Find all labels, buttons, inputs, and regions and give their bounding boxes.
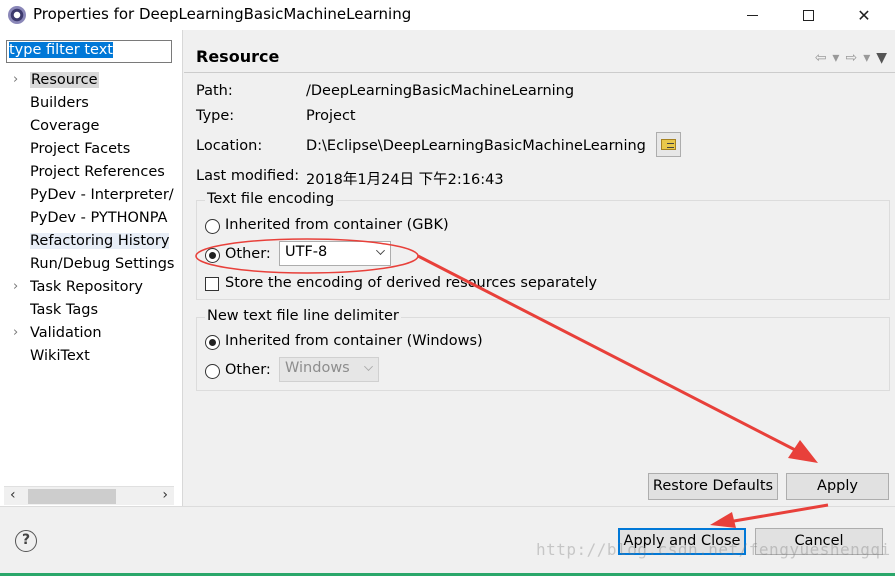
- close-icon: ✕: [857, 5, 871, 25]
- title-bar: Properties for DeepLearningBasicMachineL…: [0, 0, 895, 30]
- path-value: /DeepLearningBasicMachineLearning: [306, 83, 575, 99]
- encoding-inherited-label[interactable]: Inherited from container (GBK): [225, 217, 449, 233]
- chevron-right-icon[interactable]: ›: [13, 279, 18, 294]
- folder-icon: [661, 139, 676, 150]
- sidebar-item-pydev-interpreter[interactable]: PyDev - Interpreter/: [30, 185, 178, 207]
- sidebar-item-refactoring-history[interactable]: Refactoring History: [30, 231, 178, 253]
- type-value: Project: [306, 108, 356, 124]
- encoding-other-radio[interactable]: [205, 248, 220, 263]
- header-separator: [184, 72, 895, 73]
- store-encoding-checkbox[interactable]: [205, 277, 219, 291]
- close-button[interactable]: ✕: [836, 0, 892, 30]
- encoding-inherited-radio[interactable]: [205, 219, 220, 234]
- back-menu-icon[interactable]: ▾: [832, 50, 839, 66]
- sidebar-item-task-repository[interactable]: Task Repository: [30, 277, 178, 299]
- eclipse-icon: [8, 6, 26, 24]
- delimiter-inherited-radio[interactable]: [205, 335, 220, 350]
- store-encoding-label[interactable]: Store the encoding of derived resources …: [225, 275, 597, 291]
- history-navigation: ⇦ ▾ ⇨ ▾ ▼: [815, 50, 887, 66]
- sidebar-item-pydev-pythonpath[interactable]: PyDev - PYTHONPA: [30, 208, 178, 230]
- chevron-left-icon[interactable]: ‹: [10, 487, 16, 503]
- sidebar-item-coverage[interactable]: Coverage: [30, 116, 178, 138]
- horizontal-scrollbar[interactable]: ‹ ›: [4, 486, 174, 505]
- location-value: D:\Eclipse\DeepLearningBasicMachineLearn…: [306, 138, 646, 154]
- page-header: Resource ⇦ ▾ ⇨ ▾ ▼: [184, 38, 895, 73]
- type-label: Type:: [196, 108, 235, 124]
- page-title: Resource: [196, 47, 280, 66]
- maximize-icon: [802, 9, 814, 21]
- restore-defaults-button[interactable]: Restore Defaults: [648, 473, 778, 500]
- sidebar-item-wikitext[interactable]: WikiText: [30, 346, 178, 368]
- sidebar-item-project-facets[interactable]: Project Facets: [30, 139, 178, 161]
- sidebar-item-task-tags[interactable]: Task Tags: [30, 300, 178, 322]
- modified-label: Last modified:: [196, 168, 300, 184]
- line-delimiter-group-title: New text file line delimiter: [205, 308, 401, 324]
- chevron-down-icon: [364, 362, 373, 371]
- encoding-select[interactable]: UTF-8: [279, 241, 391, 266]
- sidebar: type filter text › Resource Builders Cov…: [0, 30, 182, 510]
- properties-page: Resource ⇦ ▾ ⇨ ▾ ▼ Path: /DeepLearningBa…: [184, 30, 895, 506]
- delimiter-select[interactable]: Windows: [279, 357, 379, 382]
- watermark: http://blog.csdn.net/fengyueshengqi: [536, 540, 891, 559]
- path-label: Path:: [196, 83, 233, 99]
- window-title: Properties for DeepLearningBasicMachineL…: [33, 5, 412, 23]
- line-delimiter-group: New text file line delimiter Inherited f…: [196, 308, 890, 391]
- sidebar-item-resource[interactable]: Resource: [30, 70, 178, 92]
- filter-input[interactable]: type filter text: [6, 40, 172, 63]
- forward-menu-icon[interactable]: ▾: [863, 50, 870, 66]
- scrollbar-thumb[interactable]: [28, 489, 116, 504]
- delimiter-other-radio[interactable]: [205, 364, 220, 379]
- sidebar-item-validation[interactable]: Validation: [30, 323, 178, 345]
- encoding-other-label[interactable]: Other:: [225, 246, 271, 262]
- modified-value: 2018年1月24日 下午2:16:43: [306, 172, 504, 188]
- chevron-right-icon[interactable]: ›: [13, 72, 18, 87]
- maximize-button[interactable]: [780, 0, 836, 30]
- text-encoding-group-title: Text file encoding: [205, 191, 337, 207]
- chevron-right-icon[interactable]: ›: [162, 487, 168, 503]
- apply-button[interactable]: Apply: [786, 473, 889, 500]
- text-encoding-group: Text file encoding Inherited from contai…: [196, 191, 890, 300]
- minimize-button[interactable]: [724, 0, 780, 30]
- sidebar-item-project-references[interactable]: Project References: [30, 162, 178, 184]
- chevron-right-icon[interactable]: ›: [13, 325, 18, 340]
- show-in-explorer-button[interactable]: [656, 132, 681, 157]
- sidebar-item-builders[interactable]: Builders: [30, 93, 178, 115]
- delimiter-other-label[interactable]: Other:: [225, 362, 271, 378]
- forward-arrow-icon[interactable]: ⇨: [845, 50, 857, 66]
- help-icon[interactable]: ?: [15, 530, 37, 552]
- minimize-icon: [746, 14, 758, 16]
- back-arrow-icon[interactable]: ⇦: [815, 50, 827, 66]
- chevron-down-icon: [376, 246, 385, 255]
- delimiter-inherited-label[interactable]: Inherited from container (Windows): [225, 333, 483, 349]
- location-label: Location:: [196, 138, 263, 154]
- view-menu-icon[interactable]: ▼: [876, 50, 887, 66]
- sidebar-item-run-debug-settings[interactable]: Run/Debug Settings: [30, 254, 178, 276]
